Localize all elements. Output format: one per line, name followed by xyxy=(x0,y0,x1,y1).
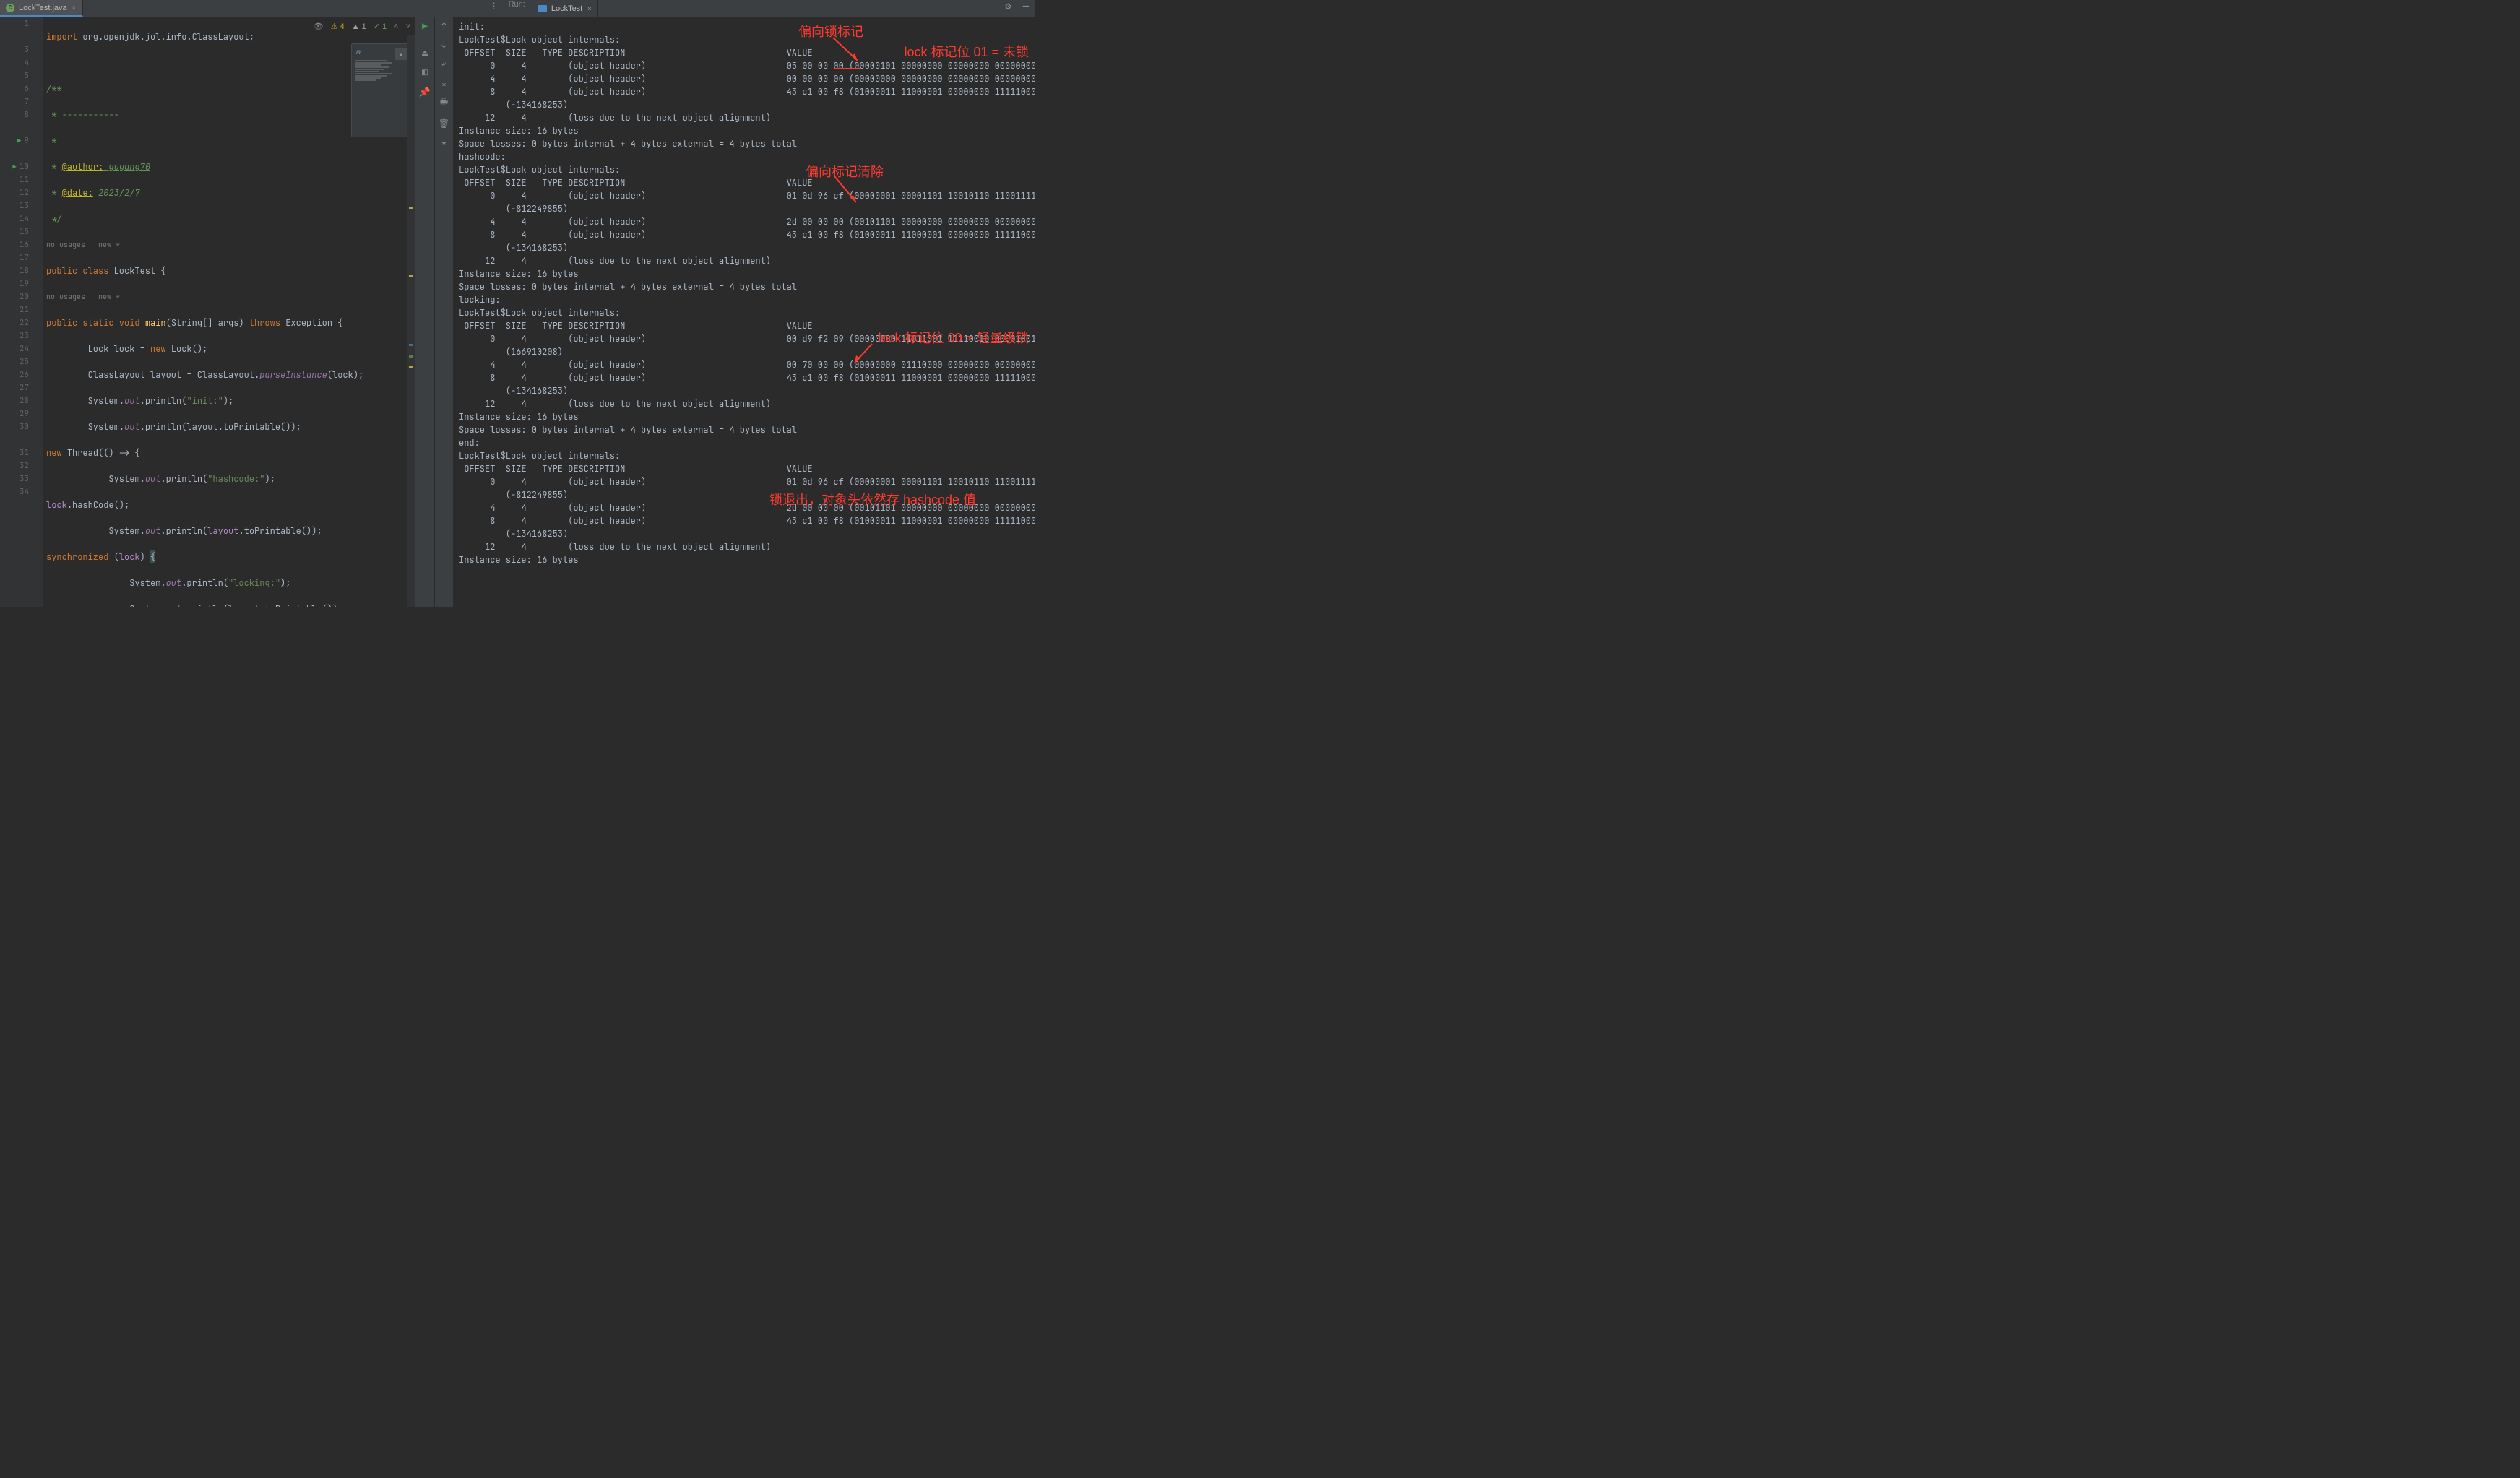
usages-hint[interactable]: no usages new * xyxy=(46,290,120,303)
rerun-icon[interactable]: ▶ xyxy=(422,20,428,33)
editor-tab[interactable]: C LockTest.java × xyxy=(0,0,83,17)
run-tab[interactable]: LockTest × xyxy=(532,0,599,17)
code-minimap[interactable]: m × xyxy=(351,43,412,137)
pin-icon[interactable]: 📌 xyxy=(419,86,431,98)
close-icon[interactable]: × xyxy=(395,48,407,60)
editor-tab-label: LockTest.java xyxy=(19,4,67,12)
java-file-icon: C xyxy=(6,4,14,12)
usages-hint[interactable]: no usages new * xyxy=(46,238,120,251)
error-stripe[interactable] xyxy=(407,35,415,607)
close-icon[interactable]: × xyxy=(72,2,77,14)
console-output[interactable]: init:LockTest$Lock object internals: OFF… xyxy=(453,17,1035,607)
inspection-widget[interactable]: 👁 ⚠ 4 ▲ 1 ✓ 1 ˄ ˅ xyxy=(314,22,410,31)
minimap-method-icon: m xyxy=(356,47,361,56)
run-label: Run: xyxy=(504,0,530,17)
weak-warning-badge[interactable]: ▲ 1 xyxy=(352,22,366,31)
run-config-icon xyxy=(538,5,547,12)
up-icon[interactable]: ↑ xyxy=(441,20,446,32)
gear-icon[interactable]: ⚙ xyxy=(999,0,1017,17)
run-primary-toolbar: ▶ ⏏ ◧ 📌 xyxy=(415,17,434,607)
typo-badge[interactable]: ✓ 1 xyxy=(374,22,387,31)
run-tab-label: LockTest xyxy=(551,4,582,13)
fold-column[interactable] xyxy=(35,17,43,607)
chevron-down-icon[interactable]: ˅ xyxy=(406,22,410,31)
reader-mode-icon[interactable]: 👁 xyxy=(314,22,324,31)
run-tool-window: ▶ ⏏ ◧ 📌 ↑ ↓ ⤶ ⤓ 🖶 🗑 ★ init:LockTest$Lock… xyxy=(415,17,1035,607)
close-icon[interactable]: × xyxy=(587,3,592,14)
chevron-up-icon[interactable]: ˄ xyxy=(394,22,398,31)
editor-pane: 1 3 4 5 6 7 8 ▶ 9 ▶10 11 12 13 14 15 16 … xyxy=(0,17,415,607)
clear-icon[interactable]: 🗑 xyxy=(439,118,449,129)
print-icon[interactable]: 🖶 xyxy=(440,95,448,111)
minimize-icon[interactable]: — xyxy=(1017,0,1035,17)
layout-icon[interactable]: ◧ xyxy=(422,66,428,79)
warning-badge[interactable]: ⚠ 4 xyxy=(331,22,345,31)
run-secondary-toolbar: ↑ ↓ ⤶ ⤓ 🖶 🗑 ★ xyxy=(434,17,453,607)
run-gutter-icon[interactable]: ▶ xyxy=(17,134,21,147)
editor-menu-icon[interactable]: ⋮ xyxy=(484,0,504,17)
down-icon[interactable]: ↓ xyxy=(441,39,446,51)
tab-bar: C LockTest.java × ⋮ Run: LockTest × ⚙ — xyxy=(0,0,1035,17)
filter-icon[interactable]: ★ xyxy=(441,137,446,148)
wrap-icon[interactable]: ⤶ xyxy=(441,58,446,69)
exit-icon[interactable]: ⏏ xyxy=(422,47,428,59)
line-number-gutter: 1 3 4 5 6 7 8 ▶ 9 ▶10 11 12 13 14 15 16 … xyxy=(0,17,35,607)
run-gutter-icon[interactable]: ▶ xyxy=(12,160,16,173)
scroll-end-icon[interactable]: ⤓ xyxy=(442,77,446,88)
